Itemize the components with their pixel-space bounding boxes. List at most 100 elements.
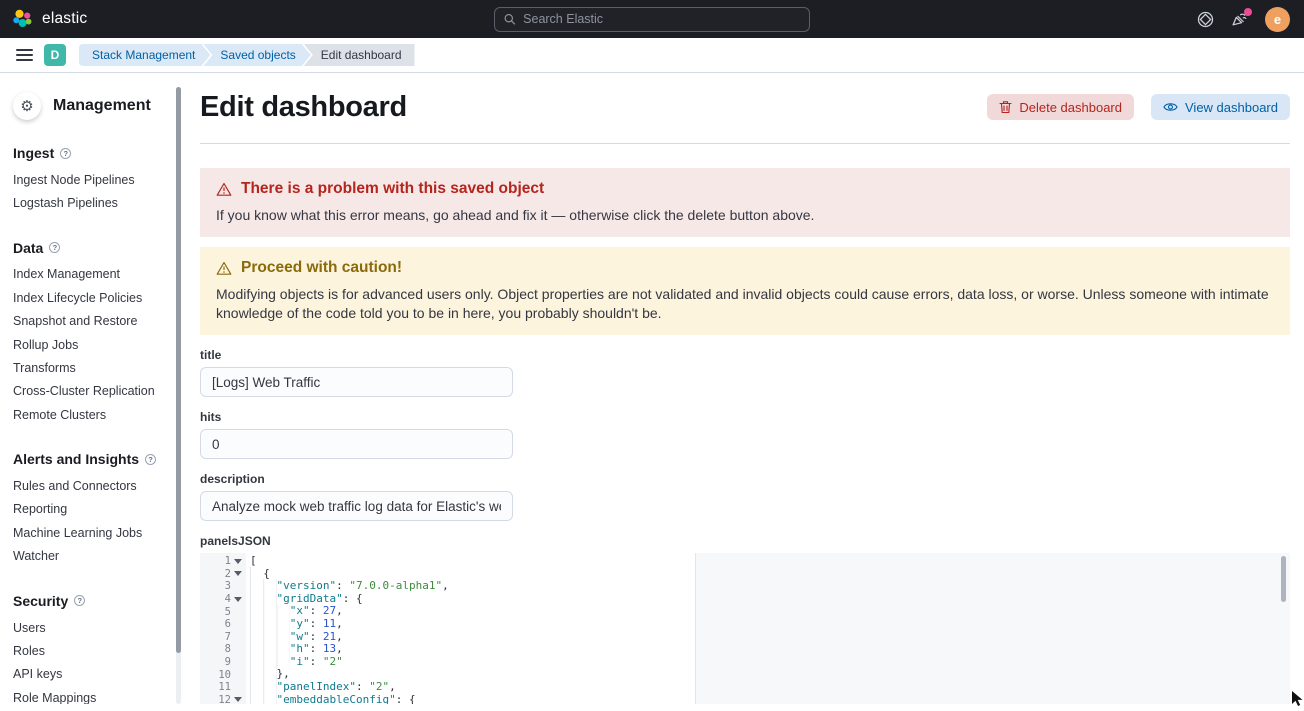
- editor-scrollbar-thumb[interactable]: [1281, 556, 1286, 602]
- sidebar-section: Alerts and Insights? Rules and Connectors…: [13, 451, 166, 568]
- line-number: 11: [218, 681, 231, 693]
- user-avatar[interactable]: e: [1265, 7, 1290, 32]
- gutter-row: 10: [200, 668, 246, 681]
- gutter-row: 12: [200, 694, 246, 704]
- sidebar-item[interactable]: Cross-Cluster Replication: [13, 380, 166, 403]
- sidebar-section-heading: Ingest?: [13, 145, 166, 161]
- sidebar-item[interactable]: Reporting: [13, 498, 166, 521]
- section-help-icon: ?: [74, 595, 85, 606]
- line-number: 5: [225, 606, 231, 618]
- sidebar-item[interactable]: Index Lifecycle Policies: [13, 286, 166, 309]
- breadcrumb: Stack Management Saved objects Edit dash…: [79, 44, 415, 66]
- sidebar-item[interactable]: Remote Clusters: [13, 403, 166, 426]
- sidebar-section: Data? Index ManagementIndex Lifecycle Pol…: [13, 240, 166, 427]
- mouse-cursor: [1292, 691, 1304, 711]
- sidebar-title: Management: [53, 97, 151, 115]
- sidebar-section-label: Ingest: [13, 145, 54, 161]
- code-line: "x": 27,: [246, 605, 1290, 618]
- sidebar-item[interactable]: Users: [13, 616, 166, 639]
- breadcrumb-saved-objects[interactable]: Saved objects: [203, 44, 310, 66]
- section-help-icon: ?: [49, 242, 60, 253]
- fold-toggle-icon[interactable]: [234, 697, 242, 702]
- sidebar-scrollbar-thumb[interactable]: [176, 87, 181, 653]
- sidebar-item[interactable]: Transforms: [13, 356, 166, 379]
- delete-dashboard-label: Delete dashboard: [1019, 100, 1122, 115]
- code-line: "h": 13,: [246, 643, 1290, 656]
- panels-json-label: panelsJSON: [200, 534, 1290, 548]
- elastic-logo-icon: [12, 8, 34, 30]
- view-dashboard-button[interactable]: View dashboard: [1151, 94, 1290, 120]
- line-number: 1: [225, 555, 231, 567]
- sidebar-item[interactable]: Machine Learning Jobs: [13, 521, 166, 544]
- sidebar-item[interactable]: Rules and Connectors: [13, 474, 166, 497]
- editor-gutter: 1234567891011121314: [200, 553, 246, 704]
- error-callout: There is a problem with this saved objec…: [200, 168, 1290, 237]
- sidebar-sections: Ingest? Ingest Node PipelinesLogstash Pip…: [13, 145, 166, 704]
- sidebar-section-heading: Alerts and Insights?: [13, 451, 166, 467]
- sidebar-item[interactable]: API keys: [13, 663, 166, 686]
- gutter-row: 2: [200, 568, 246, 581]
- fold-toggle-icon[interactable]: [234, 597, 242, 602]
- hits-field[interactable]: [200, 429, 513, 459]
- breadcrumb-stack-management[interactable]: Stack Management: [79, 44, 210, 66]
- space-avatar[interactable]: D: [44, 44, 66, 66]
- search-input[interactable]: [523, 12, 800, 26]
- code-line: "embeddableConfig": {: [246, 694, 1290, 704]
- panels-json-editor[interactable]: 1234567891011121314 [ { "version": "7.0.…: [200, 553, 1290, 704]
- sidebar-item[interactable]: Logstash Pipelines: [13, 191, 166, 214]
- sidebar-section: Ingest? Ingest Node PipelinesLogstash Pip…: [13, 145, 166, 215]
- sidebar-item[interactable]: Role Mappings: [13, 686, 166, 704]
- sidebar-section-label: Alerts and Insights: [13, 451, 139, 467]
- code-line: [: [246, 555, 1290, 568]
- menu-toggle-button[interactable]: [16, 49, 33, 61]
- help-menu-button[interactable]: [1197, 11, 1214, 28]
- page-title: Edit dashboard: [200, 91, 407, 123]
- warning-triangle-icon: [216, 261, 232, 276]
- delete-dashboard-button[interactable]: Delete dashboard: [987, 94, 1134, 120]
- view-dashboard-label: View dashboard: [1185, 100, 1278, 115]
- gear-icon: ⚙: [13, 92, 41, 120]
- breadcrumb-bar: D Stack Management Saved objects Edit da…: [0, 38, 1304, 73]
- sidebar-item[interactable]: Roles: [13, 639, 166, 662]
- sidebar-item[interactable]: Ingest Node Pipelines: [13, 168, 166, 191]
- fold-toggle-icon[interactable]: [234, 559, 242, 564]
- sidebar-section-label: Security: [13, 593, 68, 609]
- global-search[interactable]: [494, 7, 810, 32]
- sidebar-item[interactable]: Rollup Jobs: [13, 333, 166, 356]
- section-help-icon: ?: [60, 148, 71, 159]
- warning-callout-body: Modifying objects is for advanced users …: [216, 285, 1274, 323]
- warning-callout: Proceed with caution! Modifying objects …: [200, 247, 1290, 335]
- line-number: 9: [225, 656, 231, 668]
- line-number: 3: [225, 580, 231, 592]
- editor-code-area[interactable]: [ { "version": "7.0.0-alpha1", "gridData…: [246, 553, 1290, 704]
- line-number: 4: [225, 593, 231, 605]
- sidebar-header: ⚙ Management: [13, 92, 166, 120]
- notification-dot: [1244, 8, 1252, 16]
- gutter-row: 4: [200, 593, 246, 606]
- gutter-row: 11: [200, 681, 246, 694]
- search-icon: [504, 13, 516, 26]
- description-field[interactable]: [200, 491, 513, 521]
- code-line: },: [246, 668, 1290, 681]
- gutter-row: 9: [200, 656, 246, 669]
- sidebar-item[interactable]: Snapshot and Restore: [13, 310, 166, 333]
- elastic-logo[interactable]: elastic: [12, 8, 87, 30]
- brand-name: elastic: [42, 10, 87, 28]
- sidebar-item[interactable]: Watcher: [13, 545, 166, 568]
- sidebar-item[interactable]: Index Management: [13, 263, 166, 286]
- sidebar-section-heading: Data?: [13, 240, 166, 256]
- title-field-label: title: [200, 348, 1290, 362]
- header-divider: [200, 143, 1290, 144]
- title-field[interactable]: [200, 367, 513, 397]
- gutter-row: 1: [200, 555, 246, 568]
- newsfeed-button[interactable]: [1231, 11, 1248, 28]
- fold-toggle-icon[interactable]: [234, 571, 242, 576]
- sidebar-section-label: Data: [13, 240, 43, 256]
- section-help-icon: ?: [145, 454, 156, 465]
- gutter-row: 7: [200, 631, 246, 644]
- code-line: "y": 11,: [246, 618, 1290, 631]
- gutter-row: 8: [200, 643, 246, 656]
- trash-icon: [999, 100, 1012, 114]
- code-line: "version": "7.0.0-alpha1",: [246, 580, 1290, 593]
- line-number: 12: [218, 694, 231, 704]
